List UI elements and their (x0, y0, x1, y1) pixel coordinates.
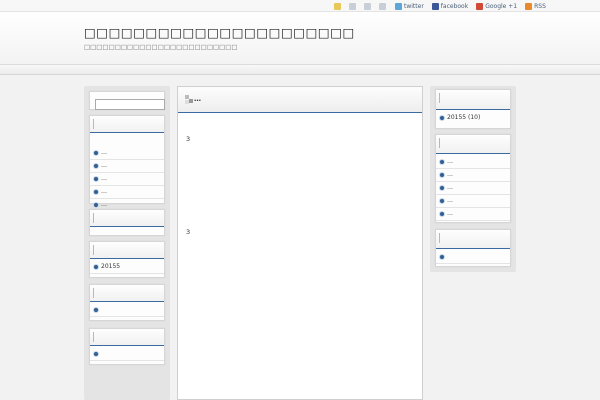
list-item[interactable] (90, 304, 164, 317)
post-header: … (178, 87, 422, 113)
site-description: □□□□□□□□□□□□□□□□□□□□□□□□□ (84, 43, 238, 51)
facebook-icon[interactable] (431, 2, 439, 10)
bullet-icon (93, 351, 99, 357)
mail-icon[interactable] (364, 2, 371, 10)
post-text: 3 (186, 228, 191, 236)
archive-item[interactable]: 20155 (10) (436, 112, 510, 125)
list-item[interactable]: … (90, 147, 164, 160)
list-item[interactable]: … (90, 160, 164, 173)
bullet-icon (93, 202, 99, 208)
widget-header (436, 90, 510, 110)
recent-posts-widget: … … … … … (435, 134, 511, 223)
main-content: … 3 3 (177, 86, 423, 400)
bullet-icon (439, 185, 445, 191)
rss-link[interactable]: RSS (534, 3, 546, 10)
links-widget (89, 284, 165, 321)
list-item[interactable]: … (436, 182, 510, 195)
bullet-icon (439, 115, 445, 121)
post-title[interactable]: … (194, 95, 201, 103)
bullet-icon (439, 198, 445, 204)
top-bar: twitter facebook Google +1 RSS (0, 0, 600, 12)
bullet-icon (93, 264, 99, 270)
widget-header (90, 116, 164, 133)
list-item[interactable]: … (436, 208, 510, 221)
archive-widget: 20155 (10) (435, 89, 511, 129)
archive-item[interactable]: 20155 (90, 261, 164, 274)
twitter-icon[interactable] (395, 2, 402, 10)
bullet-icon (439, 159, 445, 165)
list-item[interactable] (90, 348, 164, 361)
post-text: 3 (186, 135, 191, 143)
widget-header (90, 242, 164, 259)
bullet-icon (439, 211, 445, 217)
bullet-icon (93, 176, 99, 182)
bullet-icon (93, 150, 99, 156)
search-input[interactable] (95, 99, 165, 110)
recent-posts-widget: … … … … … (89, 115, 165, 212)
bullet-icon (439, 172, 445, 178)
widget-header (90, 210, 164, 227)
list-item[interactable]: … (90, 186, 164, 199)
twitter-link[interactable]: twitter (404, 3, 424, 10)
social-icons: twitter facebook Google +1 RSS (334, 1, 546, 11)
search-widget (89, 91, 165, 110)
nav-bar (0, 64, 600, 75)
site-header: □□□□□□□□□□□□□□□□□□□□□□ □□□□□□□□□□□□□□□□□… (0, 12, 600, 64)
meta-widget (89, 328, 165, 365)
list-item[interactable] (436, 251, 510, 264)
site-title[interactable]: □□□□□□□□□□□□□□□□□□□□□□ (84, 25, 355, 40)
bullet-icon (439, 254, 445, 260)
archive-widget: 20155 (89, 241, 165, 278)
widget-header (90, 285, 164, 302)
bullet-icon (93, 307, 99, 313)
list-item[interactable]: … (90, 173, 164, 186)
widget-header (436, 135, 510, 154)
right-sidebar: 20155 (10) … … … … … (430, 86, 516, 272)
user-icon[interactable] (349, 2, 356, 10)
widget-header (436, 230, 510, 249)
bullet-icon (93, 189, 99, 195)
google-plus-link[interactable]: Google +1 (485, 3, 517, 10)
bullet-icon (93, 163, 99, 169)
facebook-link[interactable]: facebook (441, 3, 468, 10)
google-plus-icon[interactable] (476, 2, 484, 10)
rss-icon[interactable] (525, 2, 533, 10)
edit-icon[interactable] (334, 2, 341, 10)
left-sidebar: … … … … … 20155 (84, 86, 170, 400)
post-icon (185, 95, 194, 104)
list-item[interactable]: … (436, 195, 510, 208)
empty-widget (89, 209, 165, 236)
bookmark-icon[interactable] (379, 2, 386, 10)
widget-header (90, 329, 164, 346)
misc-widget (435, 229, 511, 267)
list-item[interactable]: … (436, 156, 510, 169)
list-item[interactable]: … (436, 169, 510, 182)
